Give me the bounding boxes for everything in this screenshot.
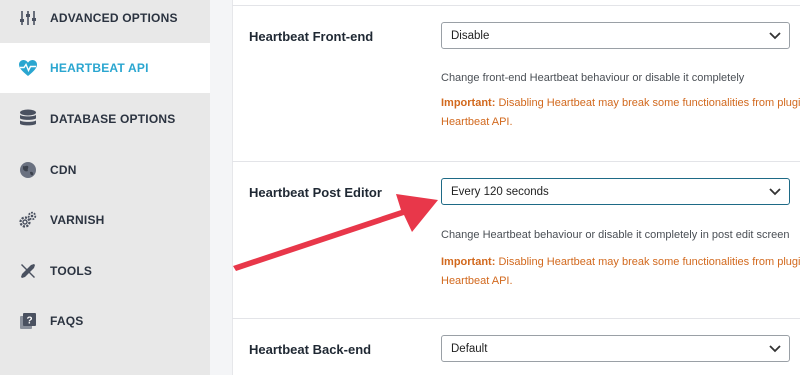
sidebar-item-label: ADVANCED OPTIONS xyxy=(50,11,178,25)
post-editor-select[interactable]: Every 120 seconds xyxy=(441,178,790,205)
frontend-label: Heartbeat Front-end xyxy=(249,29,374,44)
sliders-icon xyxy=(18,8,38,28)
frontend-description: Change front-end Heartbeat behaviour or … xyxy=(441,72,745,84)
backend-select-value: Default xyxy=(451,342,488,355)
section-divider xyxy=(232,161,800,162)
sidebar-item-cdn[interactable]: CDN xyxy=(0,145,210,195)
post-editor-important-note: Important: Disabling Heartbeat may break… xyxy=(441,253,800,291)
faq-icon: ? xyxy=(18,311,38,331)
tools-icon xyxy=(18,261,38,281)
sidebar-item-faqs[interactable]: ? FAQS xyxy=(0,296,210,346)
backend-select[interactable]: Default xyxy=(441,335,790,362)
section-divider xyxy=(232,5,800,6)
globe-icon xyxy=(18,160,38,180)
section-divider xyxy=(232,318,800,319)
heartbeat-icon xyxy=(18,58,38,78)
sidebar-item-label: CDN xyxy=(50,163,77,177)
sidebar-item-database-options[interactable]: DATABASE OPTIONS xyxy=(0,94,210,144)
sidebar-item-heartbeat-api[interactable]: HEARTBEAT API xyxy=(0,43,210,93)
post-editor-label: Heartbeat Post Editor xyxy=(249,185,382,200)
important-text-cont: Heartbeat API. xyxy=(441,116,513,128)
important-text: Disabling Heartbeat may break some funct… xyxy=(498,97,800,109)
chevron-down-icon xyxy=(769,31,781,39)
gears-icon xyxy=(18,210,38,230)
frontend-important-note: Important: Disabling Heartbeat may break… xyxy=(441,94,800,132)
important-text: Disabling Heartbeat may break some funct… xyxy=(498,256,800,268)
sidebar-item-advanced-options[interactable]: ADVANCED OPTIONS xyxy=(0,0,210,43)
important-prefix: Important: xyxy=(441,97,496,109)
chevron-down-icon xyxy=(769,187,781,195)
frontend-select-value: Disable xyxy=(451,29,490,42)
sidebar-item-label: HEARTBEAT API xyxy=(50,61,149,75)
svg-text:?: ? xyxy=(26,316,32,327)
sidebar-item-tools[interactable]: TOOLS xyxy=(0,246,210,296)
important-text-cont: Heartbeat API. xyxy=(441,275,513,287)
post-editor-description: Change Heartbeat behaviour or disable it… xyxy=(441,229,790,241)
sidebar-item-label: FAQS xyxy=(50,314,84,328)
post-editor-select-value: Every 120 seconds xyxy=(451,185,549,198)
frontend-select[interactable]: Disable xyxy=(441,22,790,49)
backend-label: Heartbeat Back-end xyxy=(249,342,372,357)
sidebar-item-label: TOOLS xyxy=(50,264,93,278)
sidebar-item-label: VARNISH xyxy=(50,213,105,227)
sidebar-item-varnish[interactable]: VARNISH xyxy=(0,195,210,245)
database-icon xyxy=(18,109,38,129)
sidebar-item-label: DATABASE OPTIONS xyxy=(50,112,176,126)
chevron-down-icon xyxy=(769,344,781,352)
sidebar: ADVANCED OPTIONS HEARTBEAT API DATABASE … xyxy=(0,0,210,375)
important-prefix: Important: xyxy=(441,256,496,268)
